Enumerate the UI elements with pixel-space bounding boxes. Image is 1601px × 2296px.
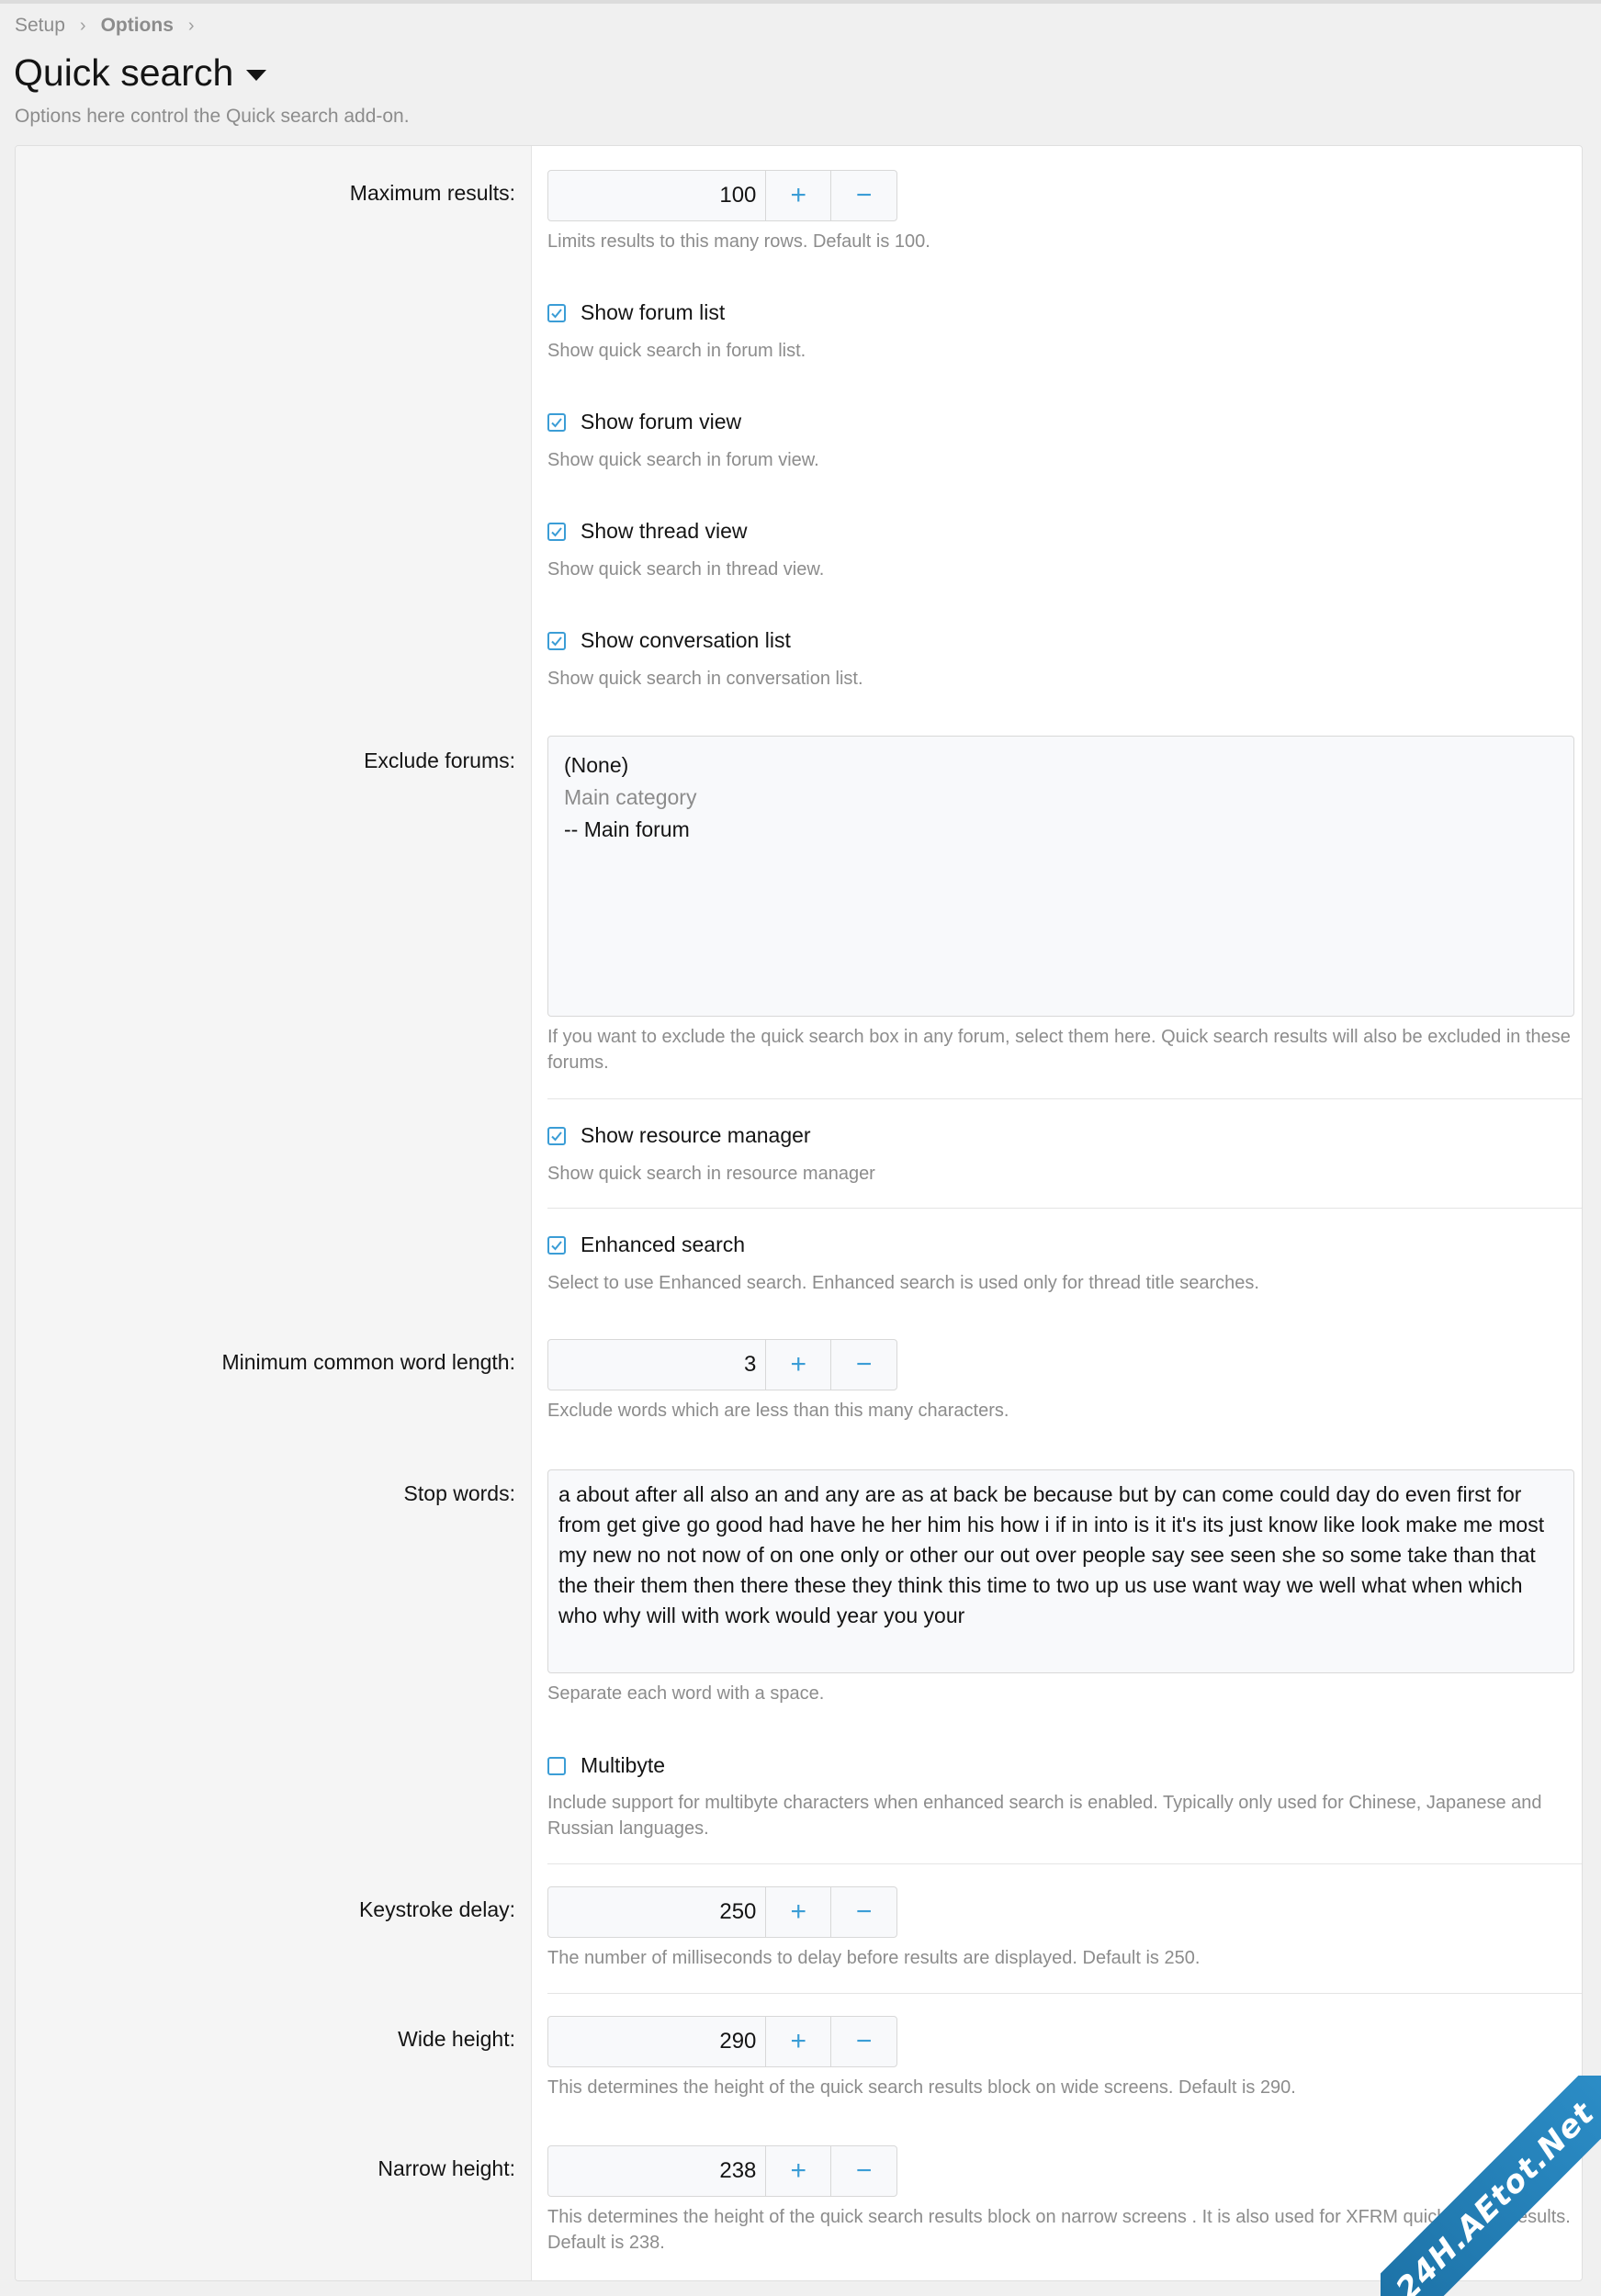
page-title-menu[interactable]: Quick search [14, 51, 267, 95]
minus-icon: − [855, 2026, 873, 2056]
narrow-height-input[interactable]: 238 [548, 2146, 767, 2196]
show-forum-view-label: Show forum view [581, 410, 742, 433]
min-word-length-hint: Exclude words which are less than this m… [547, 1401, 1009, 1421]
wide-height-hint: This determines the height of the quick … [547, 2077, 1296, 2098]
exclude-forums-label: Exclude forums: [364, 748, 515, 772]
max-results-hint: Limits results to this many rows. Defaul… [547, 231, 930, 252]
stop-words-textarea[interactable]: a about after all also an and any are as… [547, 1469, 1574, 1673]
max-results-decrement-button[interactable]: − [831, 171, 896, 220]
multibyte-label: Multibyte [581, 1753, 666, 1777]
checkbox-checked-icon [547, 1235, 566, 1255]
checkbox-checked-icon [547, 412, 566, 432]
exclude-forums-select[interactable]: (None) Main category -- Main forum [547, 736, 1574, 1017]
chevron-right-icon: › [79, 15, 86, 36]
narrow-height-increment-button[interactable]: + [766, 2146, 832, 2196]
show-resource-manager-checkbox[interactable]: Show resource manager [547, 1123, 811, 1148]
breadcrumb-options[interactable]: Options [101, 15, 174, 37]
divider [547, 1098, 1582, 1099]
show-thread-view-label: Show thread view [581, 519, 748, 543]
min-word-length-input[interactable]: 3 [548, 1340, 767, 1390]
max-results-label: Maximum results: [349, 181, 515, 205]
enhanced-search-checkbox[interactable]: Enhanced search [547, 1232, 745, 1257]
narrow-height-label: Narrow height: [378, 2156, 515, 2180]
select-option-main-forum[interactable]: -- Main forum [564, 814, 1558, 846]
max-results-input[interactable]: 100 [548, 171, 767, 220]
options-form: Maximum results: 100 + − Limits results … [15, 145, 1583, 2281]
wide-height-increment-button[interactable]: + [766, 2017, 832, 2066]
show-thread-view-hint: Show quick search in thread view. [547, 559, 825, 580]
minus-icon: − [855, 1896, 873, 1927]
stop-words-label: Stop words: [403, 1481, 515, 1505]
minus-icon: − [855, 1349, 873, 1379]
page-title: Quick search [14, 51, 234, 94]
plus-icon: + [790, 2155, 807, 2186]
top-border [0, 0, 1601, 4]
plus-icon: + [790, 1896, 807, 1927]
checkbox-checked-icon [547, 303, 566, 322]
max-results-stepper: 100 + − [547, 170, 897, 221]
min-word-length-decrement-button[interactable]: − [831, 1340, 896, 1390]
narrow-height-stepper: 238 + − [547, 2145, 897, 2197]
narrow-height-decrement-button[interactable]: − [831, 2146, 896, 2196]
checkbox-checked-icon [547, 522, 566, 541]
show-forum-list-label: Show forum list [581, 300, 726, 324]
wide-height-input[interactable]: 290 [548, 2017, 767, 2066]
caret-down-icon [246, 69, 267, 81]
show-thread-view-checkbox[interactable]: Show thread view [547, 519, 748, 544]
wide-height-stepper: 290 + − [547, 2016, 897, 2067]
checkbox-checked-icon [547, 1126, 566, 1145]
select-optgroup-main-category: Main category [564, 785, 697, 809]
enhanced-search-hint: Select to use Enhanced search. Enhanced … [547, 1273, 1259, 1293]
minus-icon: − [855, 2155, 873, 2186]
wide-height-decrement-button[interactable]: − [831, 2017, 896, 2066]
show-forum-view-hint: Show quick search in forum view. [547, 450, 819, 470]
show-conversation-list-label: Show conversation list [581, 628, 791, 652]
keystroke-delay-decrement-button[interactable]: − [831, 1887, 896, 1937]
breadcrumb-setup[interactable]: Setup [15, 15, 65, 37]
keystroke-delay-label: Keystroke delay: [358, 1897, 515, 1921]
min-word-length-stepper: 3 + − [547, 1339, 897, 1390]
plus-icon: + [790, 2026, 807, 2056]
keystroke-delay-stepper: 250 + − [547, 1886, 897, 1938]
show-forum-list-hint: Show quick search in forum list. [547, 341, 806, 361]
plus-icon: + [790, 180, 807, 210]
multibyte-checkbox[interactable]: Multibyte [547, 1753, 665, 1778]
show-conversation-list-hint: Show quick search in conversation list. [547, 669, 863, 689]
keystroke-delay-input[interactable]: 250 [548, 1887, 767, 1937]
show-forum-view-checkbox[interactable]: Show forum view [547, 410, 741, 434]
stop-words-hint: Separate each word with a space. [547, 1683, 825, 1704]
multibyte-hint: Include support for multibyte characters… [547, 1793, 1542, 1839]
wide-height-label: Wide height: [398, 2027, 515, 2051]
show-forum-list-checkbox[interactable]: Show forum list [547, 300, 725, 325]
plus-icon: + [790, 1349, 807, 1379]
exclude-forums-hint: If you want to exclude the quick search … [547, 1027, 1571, 1073]
enhanced-search-label: Enhanced search [581, 1232, 746, 1256]
divider [547, 1993, 1582, 1994]
checkbox-unchecked-icon [547, 1756, 566, 1775]
page-description: Options here control the Quick search ad… [15, 106, 410, 127]
show-resource-manager-hint: Show quick search in resource manager [547, 1164, 875, 1184]
minus-icon: − [855, 180, 873, 210]
label-column [16, 146, 532, 2280]
select-option-none[interactable]: (None) [564, 749, 1558, 782]
narrow-height-hint: This determines the height of the quick … [547, 2207, 1571, 2253]
divider [547, 1863, 1582, 1864]
min-word-length-label: Minimum common word length: [221, 1350, 515, 1374]
chevron-right-icon: › [187, 15, 195, 36]
min-word-length-increment-button[interactable]: + [766, 1340, 832, 1390]
keystroke-delay-hint: The number of milliseconds to delay befo… [547, 1948, 1201, 1968]
keystroke-delay-increment-button[interactable]: + [766, 1887, 832, 1937]
checkbox-checked-icon [547, 631, 566, 650]
breadcrumb: Setup › Options › [15, 15, 209, 37]
show-resource-manager-label: Show resource manager [581, 1123, 811, 1147]
divider [547, 1208, 1582, 1209]
max-results-increment-button[interactable]: + [766, 171, 832, 220]
show-conversation-list-checkbox[interactable]: Show conversation list [547, 628, 791, 653]
